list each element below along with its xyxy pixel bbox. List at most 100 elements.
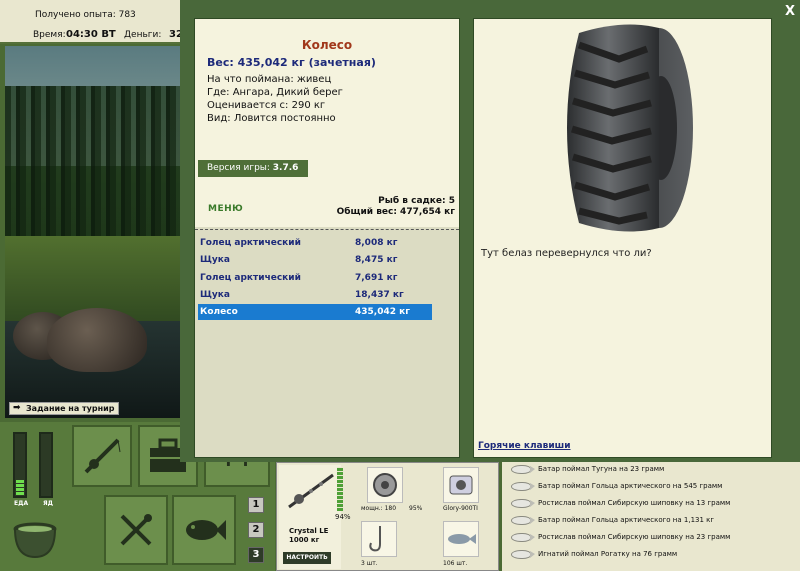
bait-count: 106 шт. xyxy=(443,560,468,567)
feed-item-text: Игнатий поймал Рогатку на 76 грамм xyxy=(538,550,678,558)
catch-fish-name: Щука xyxy=(200,255,230,265)
food-meter-label: ЕДА xyxy=(14,500,29,507)
feed-item: Ростислав поймал Сибирскую шиповку на 23… xyxy=(512,530,730,544)
catch-list-item-selected[interactable]: Колесо 435,042 кг xyxy=(198,304,432,320)
version-value: 3.7.6 xyxy=(272,163,299,173)
reel-percent: 95% xyxy=(409,505,423,512)
close-icon[interactable]: X xyxy=(783,5,797,19)
tournament-task-label: Задание на турнир xyxy=(26,404,115,413)
catch-list-item[interactable]: Щука 8,475 кг xyxy=(198,252,432,268)
fish-icon xyxy=(512,500,535,507)
valued-from-text: Оценивается с: 290 кг xyxy=(207,100,326,111)
bait-slot[interactable] xyxy=(443,521,479,557)
catch-list-item[interactable]: Щука 18,437 кг xyxy=(198,287,432,303)
setup-button[interactable]: НАСТРОИТЬ xyxy=(283,552,331,564)
food-meter-fill xyxy=(16,479,24,495)
catch-comment: Тут белаз перевернулся что ли? xyxy=(481,248,652,259)
keepnet-count: Рыб в садке: 5 xyxy=(378,196,455,206)
rod-icon xyxy=(288,473,334,509)
catch-fish-weight: 8,475 кг xyxy=(355,255,398,265)
scene-forest xyxy=(5,86,182,246)
feed-item: Батар поймал Гольца арктического на 545 … xyxy=(512,479,722,493)
scene-rock xyxy=(47,308,147,372)
tab-button-2[interactable]: 2 xyxy=(248,522,264,538)
catch-list-item[interactable]: Голец арктический 8,008 кг xyxy=(198,235,432,251)
feed-item: Ростислав поймал Сибирскую шиповку на 13… xyxy=(512,496,730,510)
tab-button-3[interactable]: 3 xyxy=(248,547,264,563)
catch-list-item[interactable]: Голец арктический 7,691 кг xyxy=(198,270,432,286)
food-tile[interactable] xyxy=(104,495,168,565)
catch-fish-weight: 7,691 кг xyxy=(355,273,398,283)
menu-button[interactable]: МЕНЮ xyxy=(208,204,243,214)
dashed-divider xyxy=(195,229,459,230)
hook-count: 3 шт. xyxy=(361,560,378,567)
bait-fish-icon xyxy=(448,534,476,544)
catch-fish-weight: 435,042 кг xyxy=(355,307,410,317)
hook-slot[interactable] xyxy=(361,521,397,557)
version-label: Версия игры: xyxy=(207,163,273,173)
catch-fish-weight: 18,437 кг xyxy=(355,290,404,300)
fish-icon xyxy=(174,497,234,563)
fish-icon xyxy=(512,483,535,490)
line-name: Glory-900TI xyxy=(443,505,478,512)
feed-item-text: Ростислав поймал Сибирскую шиповку на 23… xyxy=(538,533,731,541)
catch-fish-name: Колесо xyxy=(200,307,238,317)
experience-text: Получено опыта: 783 xyxy=(35,10,136,20)
reel-icon xyxy=(373,473,397,497)
poison-meter xyxy=(39,432,53,498)
feed-item-text: Батар поймал Тугуна на 23 грамм xyxy=(538,465,665,473)
feed-item: Батар поймал Гольца арктического на 1,13… xyxy=(512,513,714,527)
reel-slot[interactable] xyxy=(367,467,403,503)
fish-weight: Вес: 435,042 кг (зачетная) xyxy=(207,56,376,69)
fish-icon xyxy=(512,466,535,473)
location-text: Где: Ангара, Дикий берег xyxy=(207,87,343,98)
rod-weight: 1000 кг xyxy=(289,536,320,544)
feed-item-text: Батар поймал Гольца арктического на 1,13… xyxy=(538,516,715,524)
tournament-task-button[interactable]: ➡ Задание на турнир xyxy=(9,402,119,415)
tab-button-1[interactable]: 1 xyxy=(248,497,264,513)
tackle-panel: Crystal LE 1000 кг НАСТРОИТЬ 94% мощн.: … xyxy=(276,462,499,571)
fish-icon xyxy=(512,534,535,541)
fish-tile[interactable] xyxy=(172,495,236,565)
fish-icon xyxy=(512,551,535,558)
fishing-scene-image xyxy=(5,46,182,418)
fork-knife-icon xyxy=(106,497,166,563)
reel-power: мощн.: 180 xyxy=(361,505,397,512)
rod-durability-percent: 94% xyxy=(335,513,351,521)
rod-icon xyxy=(74,427,130,485)
rods-tile[interactable] xyxy=(72,425,132,487)
catch-fish-name: Голец арктический xyxy=(200,238,301,248)
rod-name: Crystal LE xyxy=(289,527,329,535)
catch-fish-name: Щука xyxy=(200,290,230,300)
catch-image-panel: Тут белаз перевернулся что ли? Горячие к… xyxy=(473,18,772,458)
feed-item: Игнатий поймал Рогатку на 76 грамм xyxy=(512,547,677,561)
tire-image xyxy=(567,24,693,232)
feed-item: Батар поймал Тугуна на 23 грамм xyxy=(512,462,664,476)
catch-fish-name: Голец арктический xyxy=(200,273,301,283)
cauldron-icon[interactable] xyxy=(10,515,60,563)
catch-feed: Батар поймал Тугуна на 23 грамм Батар по… xyxy=(502,462,800,571)
fish-icon xyxy=(512,517,535,524)
poison-meter-label: ЯД xyxy=(43,500,53,507)
arrow-right-icon: ➡ xyxy=(13,403,21,413)
top-status-bar: Получено опыта: 783 Время: 04:30 ВТ День… xyxy=(0,0,200,44)
feed-item-text: Батар поймал Гольца арктического на 545 … xyxy=(538,482,723,490)
catch-details-panel: Колесо Вес: 435,042 кг (зачетная) На что… xyxy=(194,18,460,458)
caught-on-text: На что поймана: живец xyxy=(207,74,332,85)
line-slot[interactable] xyxy=(443,467,479,503)
game-version-badge: Версия игры: 3.7.6 xyxy=(198,160,308,177)
hotkeys-link[interactable]: Горячие клавиши xyxy=(478,441,571,451)
rod-slot[interactable]: Crystal LE 1000 кг НАСТРОИТЬ xyxy=(279,465,341,569)
keepnet-total-weight: Общий вес: 477,654 кг xyxy=(336,207,455,217)
time-value: 04:30 ВТ xyxy=(66,29,116,40)
fish-name: Колесо xyxy=(301,38,353,52)
money-label: Деньги: xyxy=(124,30,162,40)
feed-item-text: Ростислав поймал Сибирскую шиповку на 13… xyxy=(538,499,731,507)
catch-fish-weight: 8,008 кг xyxy=(355,238,398,248)
food-meter xyxy=(13,432,27,498)
fish-info-card: Колесо Вес: 435,042 кг (зачетная) На что… xyxy=(195,19,459,227)
catch-kind-text: Вид: Ловится постоянно xyxy=(207,113,336,124)
rod-durability-bar xyxy=(337,467,343,511)
line-spool-icon xyxy=(449,475,473,495)
time-label: Время: xyxy=(33,30,66,40)
